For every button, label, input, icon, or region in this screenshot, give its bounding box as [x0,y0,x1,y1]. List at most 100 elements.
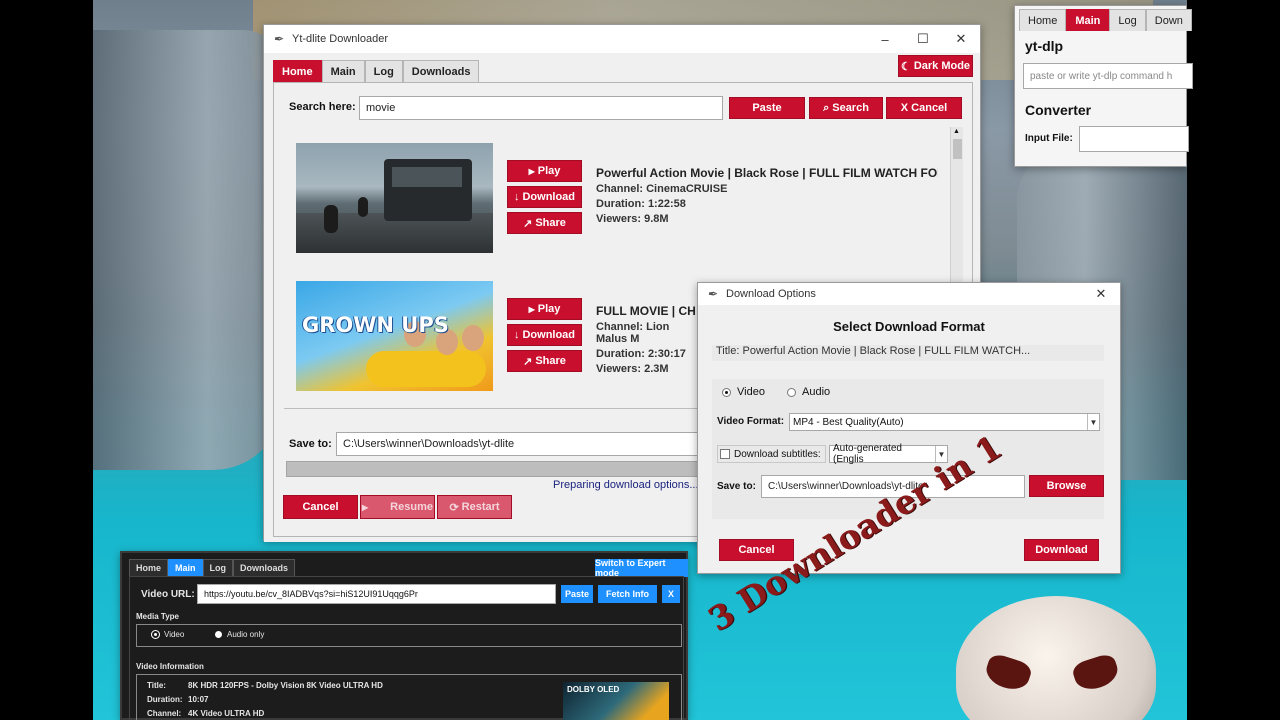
thumb-face [462,325,484,351]
dark-mode-window: Home Main Log Downloads Switch to Expert… [120,551,688,720]
input-file-label: Input File: [1025,133,1073,144]
thumb-rider [358,197,368,217]
download-button-2[interactable]: ↓ Download [507,324,582,346]
save-to-label: Save to: [289,438,332,450]
video-radio[interactable]: Video [152,630,184,639]
result-viewers: Viewers: 2.3M [596,363,669,375]
dialog-controls: ✕ [1082,283,1120,305]
tab-home[interactable]: Home [273,60,322,82]
video-thumbnail: DOLBY OLED [563,682,669,720]
subtitles-checkbox[interactable]: Download subtitles: [717,445,826,463]
tab-downloads[interactable]: Downloads [402,60,480,82]
restart-button[interactable]: ⟳ Restart [437,495,512,519]
maximize-icon[interactable]: ☐ [904,25,942,53]
cancel-button[interactable]: Cancel [283,495,358,519]
search-button[interactable]: ⌕ Search [809,97,883,119]
main-tabs: Home Main Log Downloads [273,60,480,82]
dialog-video-title: Title: Powerful Action Movie | Black Ros… [712,345,1104,361]
video-radio[interactable]: Video [722,386,765,398]
tab-home[interactable]: Home [129,559,169,576]
result-duration: Duration: 2:30:17 [596,348,686,360]
close-icon[interactable]: ✕ [1082,283,1120,305]
skull-eye [982,651,1034,695]
audio-radio[interactable]: Audio [787,386,830,398]
browse-button[interactable]: Browse [1029,475,1104,497]
scroll-up-icon[interactable]: ▲ [953,128,960,135]
result-thumbnail-1[interactable] [296,143,493,253]
radio-icon [215,631,222,638]
media-type-label: Media Type [136,612,179,621]
share-button-1[interactable]: ↗ Share [507,212,582,234]
fetch-info-button[interactable]: Fetch Info [598,585,657,603]
status-text: Preparing download options... [553,479,699,491]
dark-tabs: Home Main Log Downloads [129,559,296,576]
tab-downloads[interactable]: Downloads [233,559,296,576]
tab-main[interactable]: Main [321,60,365,82]
share-label: Share [535,217,566,229]
radio-selected-icon [722,387,731,397]
play-button-2[interactable]: ▶ Play [507,298,582,320]
subtitles-language-select[interactable]: Auto-generated (Englis ▼ [829,443,948,465]
result-channel: Channel: Lion Malus M [596,321,670,345]
ytdlp-command-input[interactable]: paste or write yt-dlp command h [1023,63,1193,89]
tab-log[interactable]: Log [202,559,234,576]
video-info-values: 8K HDR 120FPS - Dolby Vision 8K Video UL… [188,679,383,720]
dialog-download-button[interactable]: Download [1024,539,1099,561]
share-button-2[interactable]: ↗ Share [507,350,582,372]
resume-label: Resume [390,501,433,513]
tab-main[interactable]: Main [1066,9,1110,31]
download-button-1[interactable]: ↓ Download [507,186,582,208]
download-icon: ↓ [513,329,520,341]
video-format-select[interactable]: MP4 - Best Quality(Auto) ▼ [789,413,1100,431]
restart-label: Restart [461,501,500,513]
moon-icon: ☾ [900,60,911,73]
paste-button[interactable]: Paste [561,585,593,603]
cancel-search-button[interactable]: X Cancel [886,97,962,119]
dialog-titlebar: ✒ Download Options ✕ [698,283,1120,305]
search-label: Search here: [289,101,356,113]
radio-icon [787,387,796,397]
clear-button[interactable]: X [662,585,680,603]
tab-log[interactable]: Log [364,60,403,82]
share-label: Share [535,355,566,367]
play-label: Play [537,303,561,315]
expert-mode-button[interactable]: Switch to Expert mode [595,558,688,578]
close-icon[interactable]: ✕ [942,25,980,53]
search-input[interactable]: movie [359,96,723,120]
chevron-down-icon[interactable]: ▼ [1087,414,1099,430]
search-button-label: Search [832,102,869,114]
tab-home[interactable]: Home [1019,9,1067,31]
video-radio-label: Video [164,630,185,639]
paste-button[interactable]: Paste [729,97,805,119]
tab-log[interactable]: Log [1109,9,1146,31]
result-thumbnail-2[interactable]: GROWN UPS [296,281,493,391]
download-progress-bar [286,461,716,477]
info-title-value: 8K HDR 120FPS - Dolby Vision 8K Video UL… [188,681,383,690]
ytdlp-tabs: Home Main Log Down [1019,9,1192,31]
tab-downloads[interactable]: Down [1145,9,1192,31]
download-options-dialog: ✒ Download Options ✕ Select Download For… [697,282,1121,574]
resume-button[interactable]: ▶ Resume [360,495,435,519]
audio-only-radio[interactable]: Audio only [215,630,264,639]
thumb-raft [366,351,486,387]
video-format-value: MP4 - Best Quality(Auto) [793,416,904,428]
download-label: Download [522,329,576,341]
input-file-field[interactable] [1079,126,1189,152]
info-channel-label: Channel: [147,709,182,718]
letterbox-left [0,0,93,720]
video-info-labels: Title: Duration: Channel: [147,679,183,720]
result-channel: Channel: CinemaCRUISE [596,183,728,195]
info-duration-value: 10:07 [188,695,209,704]
save-to-input[interactable]: C:\Users\winner\Downloads\yt-dlite [336,432,716,456]
video-radio-label: Video [737,386,765,398]
download-label: Download [522,191,576,203]
ytdlp-heading: yt-dlp [1025,38,1064,54]
dark-mode-button[interactable]: ☾ Dark Mode [898,55,973,77]
video-url-input[interactable]: https://youtu.be/cv_8IADBVqs?si=hiS12UI9… [197,584,556,604]
minimize-icon[interactable]: – [866,25,904,53]
play-button-1[interactable]: ▶ Play [507,160,582,182]
dark-mode-label: Dark Mode [913,60,971,72]
audio-only-label: Audio only [227,630,265,639]
scrollbar-thumb[interactable] [953,139,962,159]
tab-main[interactable]: Main [168,559,203,576]
